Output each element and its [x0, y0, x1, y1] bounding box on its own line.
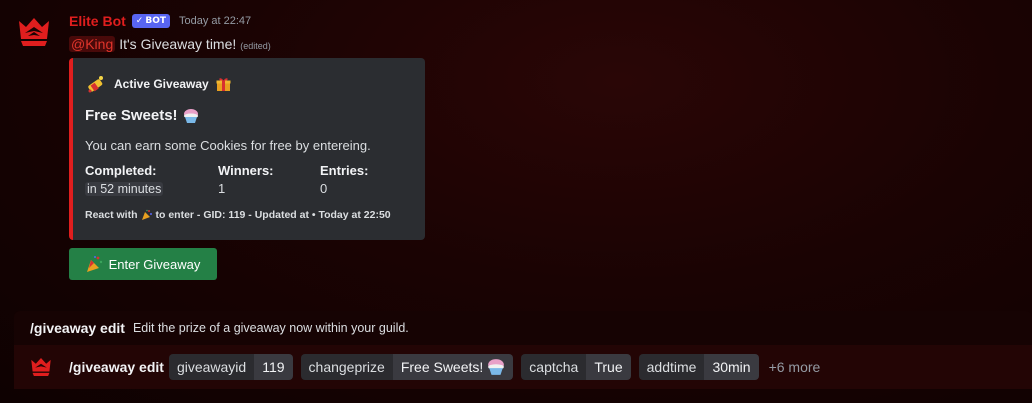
command-hint-name: /giveaway edit	[30, 320, 125, 336]
message-content: @King It's Giveaway time! (edited)	[69, 36, 271, 52]
command-name: /giveaway edit	[69, 359, 164, 375]
message-timestamp[interactable]: Today at 22:47	[179, 15, 251, 27]
option-key: changeprize	[300, 354, 393, 380]
embed-footer: React with to enter - GID: 119 - Updated…	[85, 209, 391, 221]
enter-giveaway-label: Enter Giveaway	[108, 256, 201, 272]
command-hint-description: Edit the prize of a giveaway now within …	[132, 321, 409, 335]
party-popper-icon	[86, 256, 102, 272]
option-key: giveawayid	[168, 354, 255, 380]
author-name[interactable]: Elite Bot	[69, 13, 126, 29]
bot-check-icon: ✓	[135, 16, 144, 26]
gift-icon	[216, 77, 231, 91]
embed-author: Active Giveaway	[85, 73, 231, 95]
field-value: 0	[320, 181, 328, 196]
footer-suffix: to enter - GID: 119 - Updated at • Today…	[155, 209, 391, 221]
footer-prefix: React with	[85, 209, 138, 221]
field-name: Completed:	[85, 163, 157, 178]
message-header: Elite Bot ✓ BOT Today at 22:47	[69, 13, 251, 29]
message-text: It's Giveaway time!	[119, 36, 237, 52]
option-changeprize[interactable]: changeprize Free Sweets!	[300, 354, 514, 380]
giveaway-embed: Active Giveaway Free Sweets! You can ear…	[69, 58, 425, 240]
embed-author-name: Active Giveaway	[114, 77, 209, 91]
field-completed: Completed: in 52 minutes	[85, 163, 164, 196]
party-popper-icon	[141, 209, 152, 220]
shaved-ice-icon	[183, 108, 198, 123]
embed-title: Free Sweets!	[85, 107, 199, 124]
option-value: Free Sweets!	[400, 359, 484, 375]
shaved-ice-icon	[488, 359, 505, 375]
bot-badge-label: BOT	[145, 16, 166, 26]
option-value[interactable]: True	[586, 354, 631, 380]
bot-avatar[interactable]	[17, 17, 51, 47]
option-value-wrap[interactable]: Free Sweets!	[392, 354, 514, 380]
option-value[interactable]: 30min	[704, 354, 759, 380]
slash-command-input[interactable]: /giveaway edit giveawayid 119 changepriz…	[14, 345, 1032, 389]
field-value: 1	[218, 181, 226, 196]
enter-giveaway-button[interactable]: Enter Giveaway	[69, 248, 217, 280]
field-winners: Winners: 1	[218, 163, 274, 196]
more-options-link[interactable]: +6 more	[769, 359, 821, 375]
field-value[interactable]: in 52 minutes	[85, 182, 164, 196]
option-captcha[interactable]: captcha True	[521, 354, 631, 380]
field-name: Winners:	[218, 163, 274, 178]
edited-label: (edited)	[240, 41, 271, 51]
embed-description: You can earn some Cookies for free by en…	[85, 138, 371, 153]
field-entries: Entries: 0	[320, 163, 368, 196]
firecracker-icon	[88, 76, 103, 93]
user-mention[interactable]: @King	[69, 36, 116, 52]
option-key: addtime	[638, 354, 705, 380]
option-key: captcha	[521, 354, 587, 380]
command-hint-bar: /giveaway edit Edit the prize of a givea…	[14, 311, 1032, 345]
option-addtime[interactable]: addtime 30min	[638, 354, 759, 380]
embed-title-text: Free Sweets!	[85, 107, 178, 124]
option-value[interactable]: 119	[254, 354, 293, 380]
crown-logo-icon	[31, 357, 51, 377]
field-name: Entries:	[320, 163, 369, 178]
option-giveawayid[interactable]: giveawayid 119	[168, 354, 293, 380]
bot-badge: ✓ BOT	[131, 14, 170, 28]
